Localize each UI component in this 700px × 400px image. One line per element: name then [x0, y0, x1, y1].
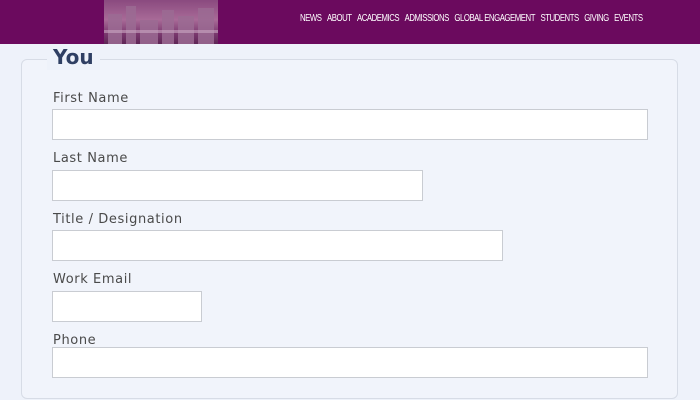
first-name-input[interactable] [52, 109, 648, 140]
main-nav: NEWS ABOUT ACADEMICS ADMISSIONS GLOBAL E… [300, 13, 643, 24]
nav-global-engagement[interactable]: GLOBAL ENGAGEMENT [454, 13, 535, 24]
last-name-label: Last Name [53, 151, 128, 166]
nav-news[interactable]: NEWS [300, 13, 322, 24]
title-designation-input[interactable] [52, 230, 503, 261]
work-email-label: Work Email [53, 272, 133, 287]
nav-about[interactable]: ABOUT [327, 13, 352, 24]
phone-label: Phone [53, 333, 97, 348]
nav-events[interactable]: EVENTS [614, 13, 643, 24]
first-name-label: First Name [53, 91, 129, 106]
title-designation-label: Title / Designation [53, 212, 183, 227]
nav-students[interactable]: STUDENTS [540, 13, 579, 24]
campus-banner-image [104, 0, 218, 44]
nav-academics[interactable]: ACADEMICS [357, 13, 400, 24]
work-email-input[interactable] [52, 291, 202, 322]
nav-admissions[interactable]: ADMISSIONS [405, 13, 450, 24]
nav-giving[interactable]: GIVING [584, 13, 609, 24]
phone-input[interactable] [52, 347, 648, 378]
site-header: NEWS ABOUT ACADEMICS ADMISSIONS GLOBAL E… [0, 0, 700, 44]
fieldset-legend: You [47, 44, 100, 70]
last-name-input[interactable] [52, 170, 423, 201]
